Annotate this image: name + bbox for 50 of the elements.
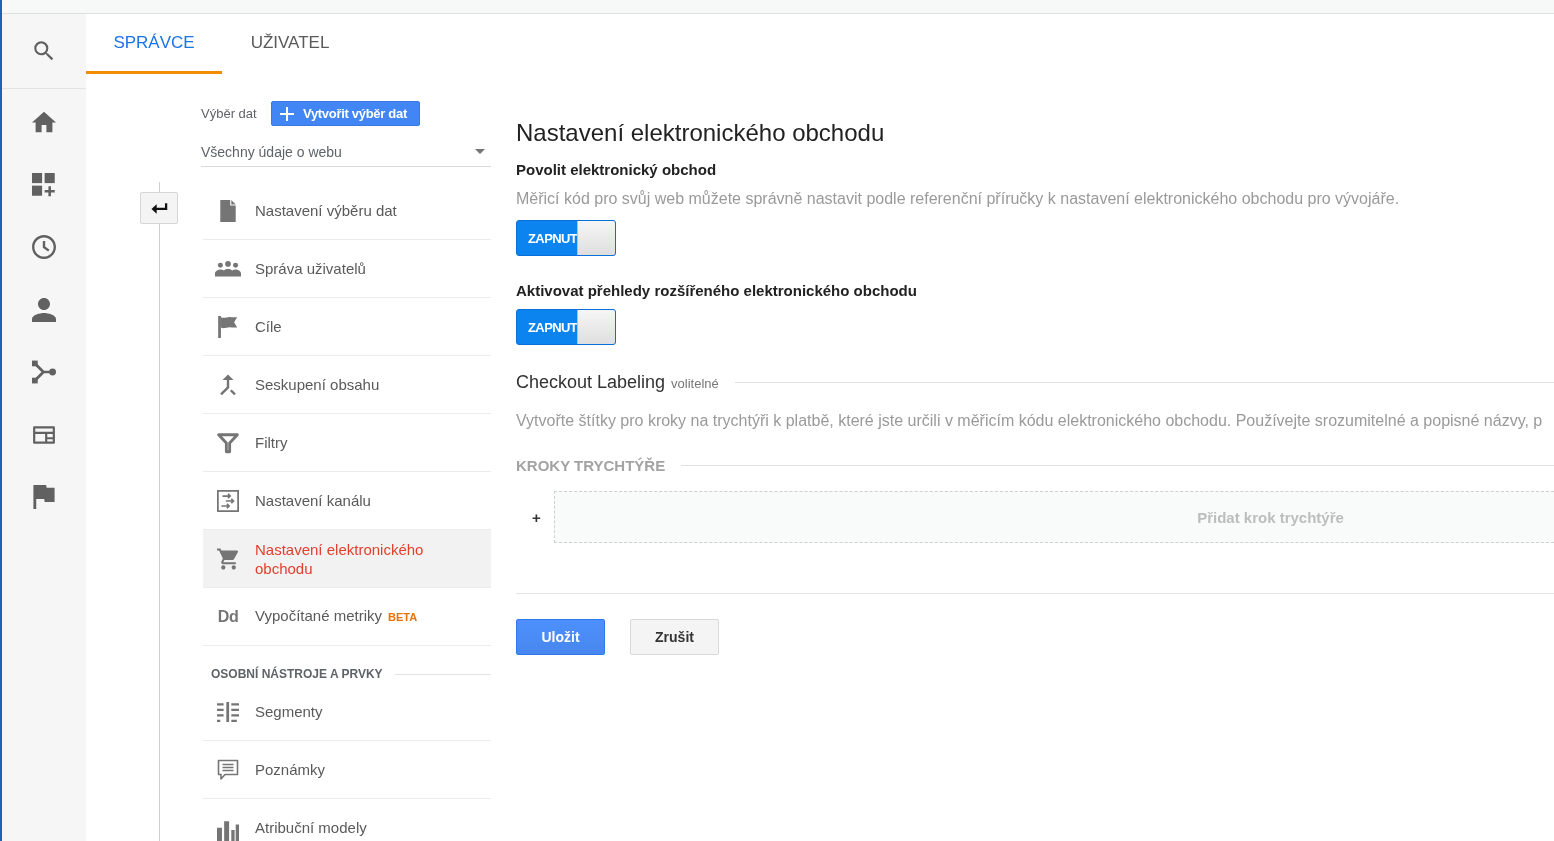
caret-icon [475,149,485,154]
clock-icon[interactable] [32,235,56,260]
document-icon [217,199,239,222]
nav-item[interactable]: Cíle [203,298,491,356]
nav-item[interactable]: Nastavení elektronického obchodu [203,530,491,588]
segments-icon [217,700,239,723]
tab[interactable]: SPRÁVCE [86,14,222,74]
flag-icon [217,315,239,338]
add-plus-sign[interactable]: + [516,508,554,526]
nav-item[interactable]: Dd Vypočítané metriky BETA [203,588,491,646]
nav-item[interactable]: Správa uživatelů [203,240,491,298]
setting-description: Měřicí kód pro svůj web můžete správně nastavit podle referenční příručky k nastavení elektronického obchodu pro vývojáře. [516,189,1401,209]
tab[interactable]: UŽIVATEL [222,14,358,74]
optional-label: volitelné [671,376,719,391]
calculated-metric-icon: Dd [217,607,239,626]
nav-item[interactable]: Filtry [203,414,491,472]
section-heading: OSOBNÍ NÁSTROJE A PRVKY [211,666,383,683]
section-title: Checkout Labeling [516,371,666,393]
toggle-switch[interactable]: ZAPNUT [516,309,616,345]
create-data-selection-button[interactable]: Vytvořit výběr dat [271,101,420,126]
funnel-icon [217,431,239,454]
steps-heading: KROKY TRYCHTÝŘE [516,456,666,474]
data-selection-dropdown[interactable]: Všechny údaje o webu [201,140,491,167]
nav-item[interactable]: Segmenty [203,683,491,741]
branching-icon[interactable] [32,360,56,385]
cart-icon [217,547,239,570]
home-icon[interactable] [32,110,56,135]
toggle-switch[interactable]: ZAPNUT [516,220,616,256]
nav-item[interactable]: Poznámky [203,741,491,799]
nav-item[interactable]: Atribuční modely [203,799,491,840]
person-icon[interactable] [32,297,56,322]
back-button[interactable] [140,192,178,224]
nav-item[interactable]: Seskupení obsahu [203,356,491,414]
cancel-button[interactable]: Zrušit [630,619,719,655]
nav-item[interactable]: Nastavení výběru dat [203,182,491,240]
arrows-box-icon [217,489,239,512]
flag-icon[interactable] [32,485,56,510]
setting-label: Povolit elektronický obchod [516,160,718,180]
plus-icon [280,106,294,121]
back-arrow-icon [150,202,168,214]
page-title: Nastavení elektronického obchodu [516,118,886,148]
beta-label: BETA [388,611,418,623]
merge-arrows-icon [217,373,239,396]
people-icon [215,260,241,277]
setting-label: Aktivovat přehledy rozšířeného elektronického obchodu [516,281,918,301]
data-selection-label: Výběr dat [201,106,258,121]
speech-bubble-icon [217,758,239,781]
section-description: Vytvořte štítky pro kroky na trychtýři k platbě, které jste určili v měřicím kódu elektronického obchodu. Používejte srozumitelné a popisné názvy, p [516,411,1544,431]
bar-chart-icon [217,819,239,841]
dashboard-add-icon[interactable] [32,172,56,197]
